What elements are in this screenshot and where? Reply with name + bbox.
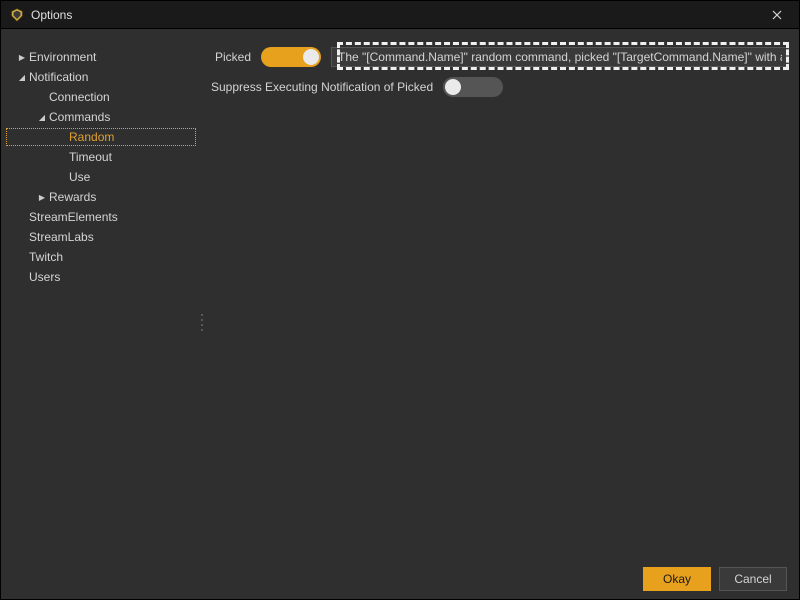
suppress-toggle[interactable] <box>443 77 503 97</box>
tree-item-random[interactable]: ▶Random <box>7 129 195 145</box>
tree-item-commands[interactable]: ◢Commands <box>7 109 195 125</box>
tree-item-twitch[interactable]: ▶Twitch <box>7 249 195 265</box>
app-icon <box>9 7 25 23</box>
tree-item-label: Environment <box>29 50 96 64</box>
tree-item-streamelements[interactable]: ▶StreamElements <box>7 209 195 225</box>
options-window: Options ▶Environment◢Notification▶Connec… <box>0 0 800 600</box>
tree-item-connection[interactable]: ▶Connection <box>7 89 195 105</box>
tree-item-label: Users <box>29 270 60 284</box>
tree-item-label: Random <box>69 130 114 144</box>
tree-item-users[interactable]: ▶Users <box>7 269 195 285</box>
tree-item-environment[interactable]: ▶Environment <box>7 49 195 65</box>
chevron-down-icon: ◢ <box>17 73 27 82</box>
suppress-label: Suppress Executing Notification of Picke… <box>211 80 433 94</box>
tree-item-label: Timeout <box>69 150 112 164</box>
tree-item-rewards[interactable]: ▶Rewards <box>7 189 195 205</box>
suppress-row: Suppress Executing Notification of Picke… <box>211 77 789 97</box>
sidebar: ▶Environment◢Notification▶Connection◢Com… <box>1 29 201 559</box>
tree-item-label: Twitch <box>29 250 63 264</box>
tree-item-label: Rewards <box>49 190 96 204</box>
cancel-button[interactable]: Cancel <box>719 567 787 591</box>
window-title: Options <box>31 8 763 22</box>
tree-item-label: Notification <box>29 70 88 84</box>
tree-item-timeout[interactable]: ▶Timeout <box>7 149 195 165</box>
picked-input[interactable] <box>331 47 789 67</box>
picked-label: Picked <box>211 50 251 64</box>
close-icon <box>772 10 782 20</box>
picked-row: Picked <box>211 47 789 67</box>
tree-item-label: Use <box>69 170 90 184</box>
body-area: ▶Environment◢Notification▶Connection◢Com… <box>1 29 799 559</box>
tree-item-label: Connection <box>49 90 110 104</box>
chevron-right-icon: ▶ <box>17 53 27 62</box>
picked-toggle[interactable] <box>261 47 321 67</box>
title-bar: Options <box>1 1 799 29</box>
footer: Okay Cancel <box>1 559 799 599</box>
options-tree[interactable]: ▶Environment◢Notification▶Connection◢Com… <box>7 47 195 287</box>
close-button[interactable] <box>763 3 791 27</box>
okay-button[interactable]: Okay <box>643 567 711 591</box>
tree-item-use[interactable]: ▶Use <box>7 169 195 185</box>
tree-item-streamlabs[interactable]: ▶StreamLabs <box>7 229 195 245</box>
chevron-down-icon: ◢ <box>37 113 47 122</box>
tree-item-label: StreamLabs <box>29 230 94 244</box>
content-panel: Picked Suppress Executing Notification o… <box>201 29 799 559</box>
tree-item-label: StreamElements <box>29 210 118 224</box>
chevron-right-icon: ▶ <box>37 193 47 202</box>
tree-item-notification[interactable]: ◢Notification <box>7 69 195 85</box>
tree-item-label: Commands <box>49 110 110 124</box>
